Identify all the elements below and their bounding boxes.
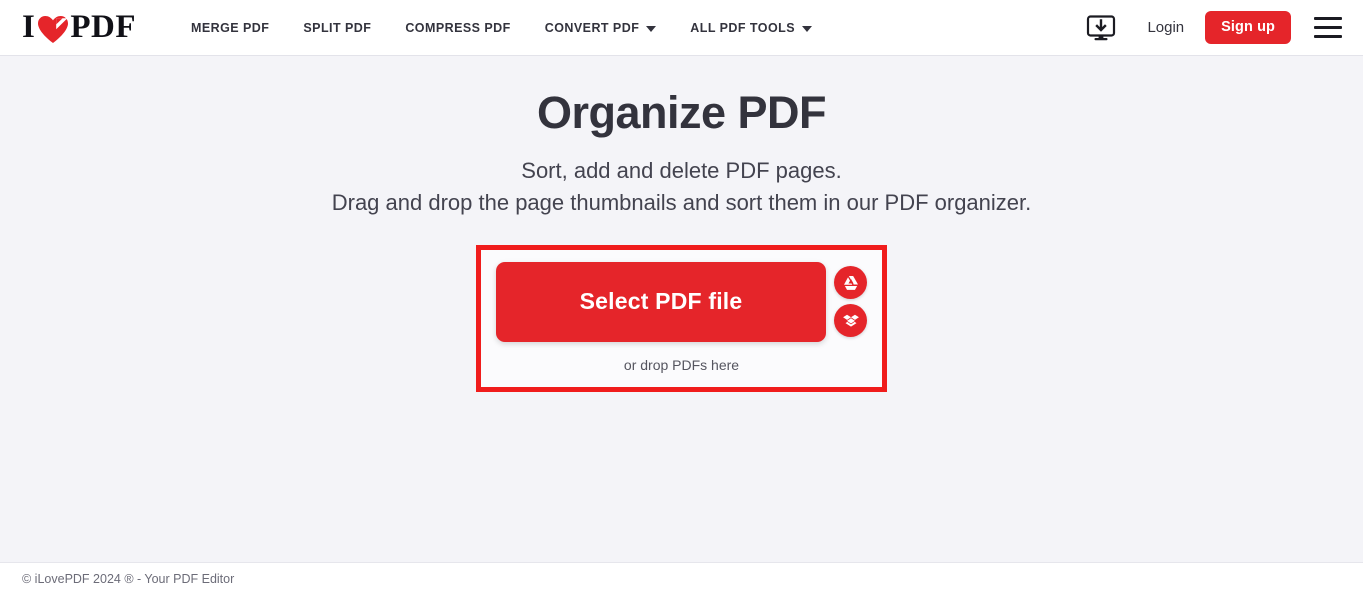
subtitle-line-1: Sort, add and delete PDF pages. xyxy=(521,157,842,183)
hamburger-bar xyxy=(1314,35,1342,38)
main-content: Organize PDF Sort, add and delete PDF pa… xyxy=(0,56,1363,562)
drop-files-hint: or drop PDFs here xyxy=(623,356,740,373)
google-drive-icon[interactable] xyxy=(834,266,867,300)
nav-label: CONVERT PDF xyxy=(544,20,640,35)
nav-item-split-pdf[interactable]: SPLIT PDF xyxy=(286,21,388,35)
select-pdf-file-button[interactable]: Select PDF file xyxy=(496,261,826,342)
login-link[interactable]: Login xyxy=(1139,15,1192,40)
upload-area-highlight: Select PDF file or drop PDFs here xyxy=(476,244,887,392)
footer-copyright: © iLovePDF 2024 ® - Your PDF Editor xyxy=(22,572,235,586)
site-header: I PDF MERGE PDF SPLIT PDF COMPRESS PDF C… xyxy=(0,0,1363,56)
ilovepdf-logo[interactable]: I PDF xyxy=(22,11,136,44)
main-nav: MERGE PDF SPLIT PDF COMPRESS PDF CONVERT… xyxy=(174,21,829,35)
subtitle-line-2: Drag and drop the page thumbnails and so… xyxy=(331,189,1032,215)
page-title: Organize PDF xyxy=(536,87,827,138)
nav-label: MERGE PDF xyxy=(191,20,270,35)
hamburger-menu-icon[interactable] xyxy=(1313,15,1343,41)
signup-button[interactable]: Sign up xyxy=(1205,11,1291,44)
dropbox-icon[interactable] xyxy=(834,304,867,338)
nav-label: ALL PDF TOOLS xyxy=(690,20,795,35)
nav-label: SPLIT PDF xyxy=(303,20,372,35)
desktop-download-icon[interactable] xyxy=(1081,11,1121,45)
upload-row: Select PDF file xyxy=(496,261,867,342)
heart-icon xyxy=(38,15,69,44)
hamburger-bar xyxy=(1314,26,1342,29)
hamburger-bar xyxy=(1314,17,1342,20)
nav-item-merge-pdf[interactable]: MERGE PDF xyxy=(174,21,286,35)
header-right-group: Login Sign up xyxy=(1081,11,1343,45)
cloud-import-buttons xyxy=(834,266,867,338)
logo-text-right: PDF xyxy=(70,9,136,45)
chevron-down-icon xyxy=(802,25,812,32)
site-footer: © iLovePDF 2024 ® - Your PDF Editor xyxy=(0,562,1363,595)
logo-text-left: I xyxy=(22,9,36,45)
nav-item-convert-pdf[interactable]: CONVERT PDF xyxy=(528,21,674,35)
nav-item-all-pdf-tools[interactable]: ALL PDF TOOLS xyxy=(673,21,829,35)
nav-label: COMPRESS PDF xyxy=(405,20,511,35)
nav-item-compress-pdf[interactable]: COMPRESS PDF xyxy=(388,21,527,35)
page-subtitle: Sort, add and delete PDF pages. Drag and… xyxy=(332,155,1032,219)
chevron-down-icon xyxy=(646,25,657,32)
